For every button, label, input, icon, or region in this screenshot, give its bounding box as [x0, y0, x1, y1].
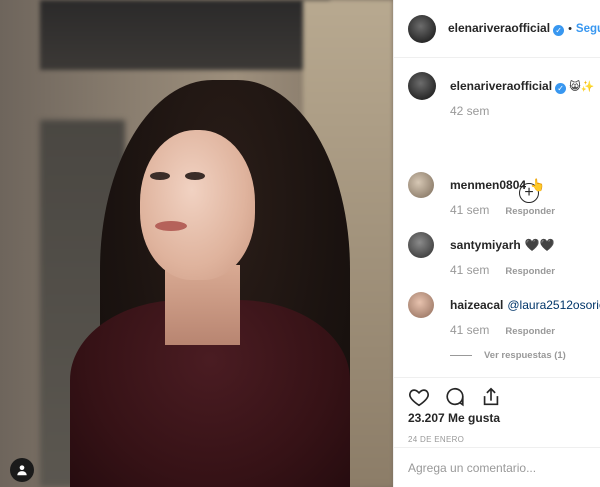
caption-avatar[interactable]: [408, 72, 436, 100]
caption-username[interactable]: elenariveraofficial ✓ 😸✨: [450, 79, 594, 94]
post-header: elenariveraofficial✓ • Seguir: [394, 0, 600, 58]
share-icon[interactable]: [480, 386, 502, 408]
caption-time: 42 sem: [450, 104, 490, 118]
instagram-post: elenariveraofficial✓ • Seguir elenariver…: [0, 0, 600, 487]
comment-avatar[interactable]: [408, 292, 434, 318]
comment-text: menmen0804 👆: [450, 178, 545, 192]
caption: [408, 72, 436, 100]
likes-count[interactable]: 23.207 Me gusta: [408, 411, 500, 425]
caption-username-label: elenariveraofficial: [450, 79, 553, 93]
reply-button[interactable]: Responder: [505, 326, 555, 337]
post-date: 24 DE ENERO: [408, 435, 465, 444]
comment-time: 41 sem: [450, 323, 490, 337]
comment-text: haizeacal @laura2512osorio o: [450, 298, 600, 312]
header-separator: •: [568, 22, 572, 35]
avatar[interactable]: [408, 14, 436, 43]
header-username[interactable]: elenariveraofficial ✓: [448, 21, 565, 36]
reply-button[interactable]: Responder: [505, 266, 555, 277]
action-icons: [408, 386, 502, 408]
comment-mention[interactable]: @laura2512osorio o: [507, 298, 600, 312]
follow-button[interactable]: Seguir: [576, 23, 600, 35]
portrait-eye-right: [185, 172, 205, 180]
comment-avatar[interactable]: [408, 232, 434, 258]
comment-time: 41 sem: [450, 203, 490, 217]
portrait-lips: [155, 221, 187, 231]
comment-meta: 41 sem Responder: [450, 323, 555, 337]
comment-icon[interactable]: [444, 386, 466, 408]
comment-username[interactable]: santymiyarh: [450, 238, 521, 252]
comment-username[interactable]: menmen0804: [450, 178, 526, 192]
user-tag-icon[interactable]: [10, 458, 34, 482]
comment-body: 🖤🖤: [524, 238, 555, 252]
view-replies-button[interactable]: Ver respuestas (1): [450, 350, 566, 361]
comment-avatar[interactable]: [408, 172, 434, 198]
comment-meta: 41 sem Responder: [450, 203, 555, 217]
background-window: [40, 0, 330, 70]
view-replies-label: Ver respuestas (1): [484, 350, 566, 361]
post-actions: 23.207 Me gusta 24 DE ENERO: [394, 377, 600, 487]
heart-icon[interactable]: [408, 386, 430, 408]
portrait-face: [140, 130, 255, 280]
comment-input[interactable]: [408, 460, 588, 475]
comment-body: 👆: [530, 178, 545, 192]
verified-badge-icon: ✓: [553, 25, 565, 36]
view-replies-line: [450, 354, 472, 356]
caption-emoji: 😸✨: [569, 81, 595, 93]
comment-time: 41 sem: [450, 263, 490, 277]
reply-button[interactable]: Responder: [505, 206, 555, 217]
header-username-label: elenariveraofficial: [448, 21, 551, 35]
comments-section: elenariveraofficial ✓ 😸✨ 42 sem + menmen08…: [394, 58, 600, 377]
comment-text: santymiyarh 🖤🖤: [450, 238, 555, 252]
comment-meta: 41 sem Responder: [450, 263, 555, 277]
verified-badge-icon: ✓: [555, 83, 567, 94]
portrait-eye-left: [150, 172, 170, 180]
post-side-panel: elenariveraofficial✓ • Seguir elenariver…: [393, 0, 600, 487]
add-comment-bar: [394, 447, 600, 487]
comment-username[interactable]: haizeacal: [450, 298, 503, 312]
post-photo[interactable]: [0, 0, 393, 487]
